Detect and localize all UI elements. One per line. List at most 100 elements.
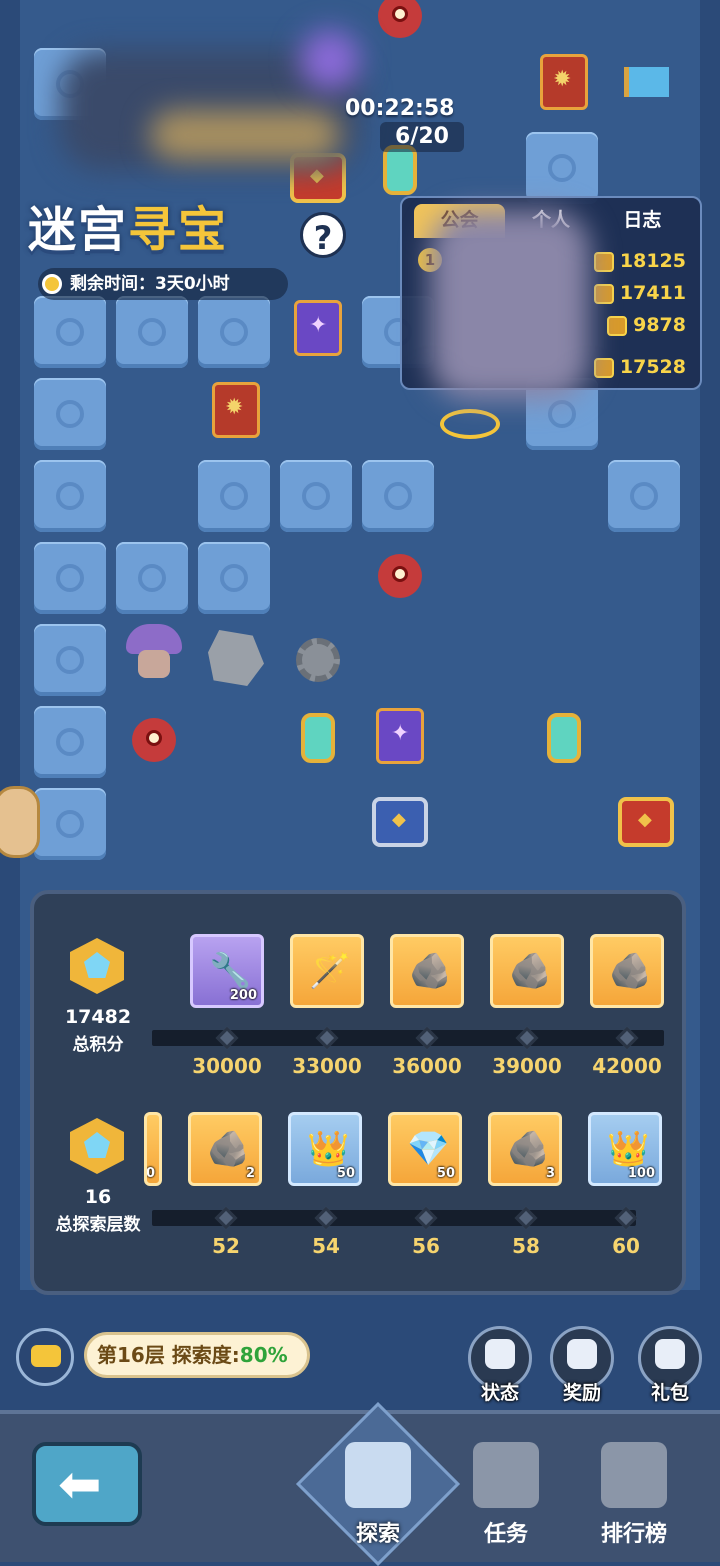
maze-tile[interactable] xyxy=(608,460,680,532)
lantern-icon[interactable] xyxy=(288,708,348,768)
reward-gold-ore[interactable]: 🪨 2 xyxy=(188,1112,262,1186)
points-threshold: 36000 xyxy=(392,1054,462,1078)
maze-tile[interactable] xyxy=(280,460,352,532)
floors-medal-icon xyxy=(70,1118,124,1174)
maze-tile[interactable] xyxy=(198,542,270,614)
reward-chisel[interactable]: 🔧 200 xyxy=(190,934,264,1008)
nav-leaderboard-label: 排行榜 xyxy=(600,1522,667,1547)
status-label: 状态 xyxy=(480,1382,519,1404)
maze-tile[interactable] xyxy=(116,542,188,614)
score-coin-icon xyxy=(593,357,614,378)
score-coin-icon xyxy=(593,283,614,304)
help-button[interactable]: ? xyxy=(300,212,346,258)
purple-book-icon[interactable] xyxy=(370,706,430,766)
ranking-score: 18125 xyxy=(593,246,686,276)
reward-gold-ore[interactable]: 🪨 xyxy=(390,934,464,1008)
purple-book-icon[interactable] xyxy=(288,298,348,358)
wand-icon: 🪄 xyxy=(309,951,352,991)
reward-gold-ore[interactable]: 🪨 xyxy=(490,934,564,1008)
treasure-chest-icon[interactable] xyxy=(616,792,676,852)
redacted-area xyxy=(300,30,360,90)
gold-ore-icon: 🪨 xyxy=(609,951,652,991)
back-button[interactable] xyxy=(32,1442,142,1526)
reward-wand[interactable]: 🪄 xyxy=(290,934,364,1008)
red-book-icon[interactable] xyxy=(534,52,594,112)
points-threshold: 39000 xyxy=(492,1054,562,1078)
reward-crown-badge[interactable]: 👑 50 xyxy=(288,1112,362,1186)
event-title: 迷宫寻宝 xyxy=(28,190,228,260)
maze-tile[interactable] xyxy=(34,706,106,778)
flag-icon[interactable] xyxy=(616,52,676,112)
reward-diamond[interactable]: 💎 50 xyxy=(388,1112,462,1186)
rewards-panel: 17482 总积分 🔧 200 🪄 🪨 🪨 🪨 30000 33000 36000… xyxy=(30,890,686,1295)
clock-icon xyxy=(42,274,62,294)
floors-threshold: 52 xyxy=(212,1234,240,1258)
event-title-part1: 迷宫 xyxy=(28,202,129,258)
explore-shrine-icon xyxy=(345,1442,411,1508)
mushroom-enemy-icon[interactable] xyxy=(124,622,184,682)
points-threshold: 33000 xyxy=(292,1054,362,1078)
blue-chest-icon[interactable] xyxy=(370,792,430,852)
maze-tile[interactable] xyxy=(116,296,188,368)
floors-threshold: 60 xyxy=(612,1234,640,1258)
reward-crown-badge[interactable]: 👑 100 xyxy=(588,1112,662,1186)
nav-quests-label: 任务 xyxy=(483,1522,528,1547)
reward-gold-ore[interactable]: 🪨 xyxy=(590,934,664,1008)
total-points-value: 17482 xyxy=(64,1006,132,1028)
nav-explore[interactable]: 探索 xyxy=(318,1442,438,1548)
red-imp-enemy-icon[interactable] xyxy=(370,0,430,46)
trophy-icon xyxy=(601,1442,667,1508)
gift-pack-label: 礼包 xyxy=(650,1382,689,1404)
crown-badge-icon: 👑 xyxy=(607,1129,650,1169)
red-imp-enemy-icon[interactable] xyxy=(124,710,184,770)
gear-bat-enemy-icon[interactable] xyxy=(288,630,348,690)
player-marker-icon xyxy=(440,394,500,454)
rock-golem-enemy-icon[interactable] xyxy=(206,628,266,688)
crown-badge-icon: 👑 xyxy=(307,1129,350,1169)
total-points-label: 总积分 xyxy=(72,1035,124,1055)
chisel-icon: 🔧 xyxy=(209,951,252,991)
reward-gold-ore[interactable]: 🪨 3 xyxy=(488,1112,562,1186)
maze-tile[interactable] xyxy=(34,624,106,696)
stage-progress: 6/20 xyxy=(380,122,464,152)
gold-ore-icon: 🪨 xyxy=(409,951,452,991)
score-coin-icon xyxy=(593,251,614,272)
maze-tile[interactable] xyxy=(198,460,270,532)
maze-tile[interactable] xyxy=(34,296,106,368)
red-book-icon[interactable] xyxy=(206,380,266,440)
redacted-area xyxy=(430,210,590,400)
remaining-time-label: 剩余时间：3天0小时 xyxy=(70,274,230,294)
floors-threshold: 56 xyxy=(412,1234,440,1258)
ranking-score: 17411 xyxy=(593,278,686,308)
maze-tile[interactable] xyxy=(362,460,434,532)
ranking-score: 9878 xyxy=(607,310,686,340)
maze-tile[interactable] xyxy=(34,542,106,614)
maze-tile[interactable] xyxy=(34,788,106,860)
points-medal-icon xyxy=(70,938,124,994)
maze-tile[interactable] xyxy=(198,296,270,368)
explore-percent: 80% xyxy=(239,1343,288,1367)
maze-tile[interactable] xyxy=(34,378,106,450)
red-imp-enemy-icon[interactable] xyxy=(370,546,430,606)
nav-explore-label: 探索 xyxy=(355,1522,400,1547)
reward-label: 奖励 xyxy=(562,1382,601,1404)
gold-ore-icon: 🪨 xyxy=(507,1129,550,1169)
nav-leaderboard[interactable]: 排行榜 xyxy=(574,1442,694,1548)
gold-ore-icon: 🪨 xyxy=(207,1129,250,1169)
guild-avatar-icon[interactable] xyxy=(0,786,40,858)
pickaxe-reward-icon xyxy=(567,1339,597,1369)
total-floors-value: 16 xyxy=(84,1186,112,1208)
floor-exploration-status: 第16层 探索度:80% xyxy=(84,1332,310,1378)
ghost-status-icon xyxy=(485,1339,515,1369)
lantern-icon[interactable] xyxy=(534,708,594,768)
reward-partial[interactable]: 0 xyxy=(144,1112,162,1186)
chat-button[interactable] xyxy=(16,1328,74,1386)
tab-log[interactable]: 日志 xyxy=(597,204,688,238)
quest-book-icon xyxy=(473,1442,539,1508)
gold-ore-icon: 🪨 xyxy=(509,951,552,991)
nav-quests[interactable]: 任务 xyxy=(446,1442,566,1548)
total-floors-label: 总探索层数 xyxy=(55,1215,141,1235)
maze-tile[interactable] xyxy=(34,460,106,532)
maze-tile[interactable] xyxy=(526,132,598,204)
diamond-icon: 💎 xyxy=(407,1129,450,1169)
